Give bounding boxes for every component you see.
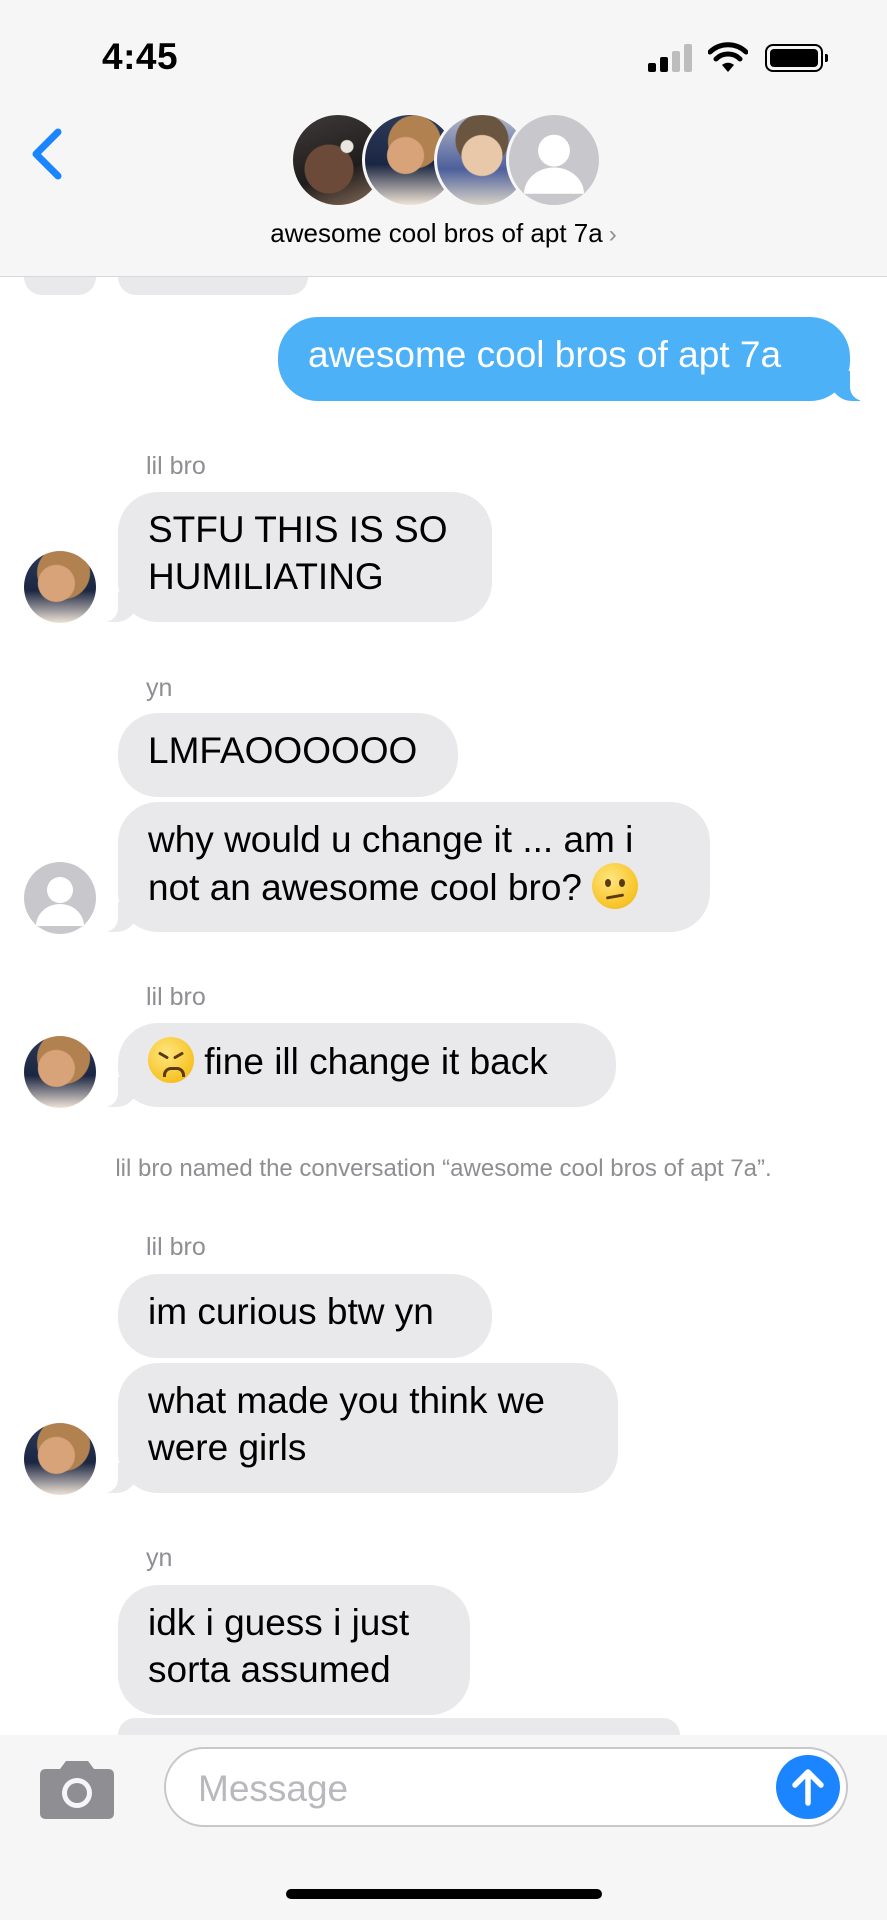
message-text: sorta assumed xyxy=(148,1649,391,1690)
avatar[interactable] xyxy=(24,551,96,623)
message-bubble-incoming[interactable]: what made you think we were girls xyxy=(96,1363,618,1493)
camera-icon[interactable] xyxy=(38,1759,116,1821)
battery-icon xyxy=(765,44,828,72)
confused-face-emoji-icon xyxy=(592,863,639,909)
message-text: STFU THIS IS SO xyxy=(148,509,448,550)
send-button[interactable] xyxy=(776,1755,840,1819)
wifi-icon xyxy=(708,42,748,72)
cellular-signal-icon xyxy=(648,44,694,72)
sender-name: lil bro xyxy=(146,1233,206,1261)
conversation-header: awesome cool bros of apt 7a › xyxy=(0,100,887,277)
message-bubble-incoming[interactable]: LMFAOOOOOO xyxy=(118,713,458,797)
home-indicator[interactable] xyxy=(286,1889,602,1899)
chevron-left-icon[interactable] xyxy=(24,122,74,186)
message-input[interactable] xyxy=(196,1763,760,1815)
previous-avatar xyxy=(24,277,96,295)
message-text: idk i guess i just xyxy=(148,1602,410,1643)
status-bar: 4:45 xyxy=(0,0,887,100)
message-text: awesome cool bros of apt 7a xyxy=(308,334,782,375)
message-text: what made you think we xyxy=(148,1380,545,1421)
message-text: were girls xyxy=(148,1427,307,1468)
sender-name: yn xyxy=(146,674,173,702)
person-silhouette-icon xyxy=(524,134,584,194)
message-text: HUMILIATING xyxy=(148,556,384,597)
message-bubble-incoming[interactable]: idk i guess i just sorta assumed xyxy=(118,1585,470,1715)
message-text: not an awesome cool bro? xyxy=(148,867,593,908)
group-name-text: awesome cool bros of apt 7a xyxy=(270,218,603,248)
sender-name: yn xyxy=(146,1544,173,1572)
avatar[interactable] xyxy=(24,1036,96,1108)
avatar[interactable] xyxy=(24,1423,96,1495)
message-bubble-incoming[interactable]: im curious btw yn xyxy=(118,1274,492,1358)
message-bubble-outgoing[interactable]: awesome cool bros of apt 7a xyxy=(278,317,872,401)
person-silhouette-icon xyxy=(36,877,84,926)
next-message-bubble xyxy=(118,1718,680,1735)
group-avatars[interactable] xyxy=(290,112,610,212)
previous-message-bubble xyxy=(118,277,308,295)
avatar[interactable] xyxy=(24,862,96,934)
group-name[interactable]: awesome cool bros of apt 7a › xyxy=(0,218,887,249)
message-text: im curious btw yn xyxy=(148,1291,434,1332)
message-bubble-incoming[interactable]: why would u change it ... am i not an aw… xyxy=(96,802,710,932)
sender-name: lil bro xyxy=(146,983,206,1011)
message-bubble-incoming[interactable]: STFU THIS IS SO HUMILIATING xyxy=(96,492,492,622)
persevering-face-emoji-icon xyxy=(148,1037,194,1083)
message-text: fine ill change it back xyxy=(194,1041,548,1082)
sender-name: lil bro xyxy=(146,452,206,480)
chevron-right-icon: › xyxy=(608,221,617,248)
message-bubble-incoming[interactable]: fine ill change it back xyxy=(96,1023,616,1107)
message-input-container xyxy=(164,1747,848,1827)
group-member-avatar xyxy=(506,112,602,208)
arrow-up-icon xyxy=(792,1769,824,1806)
message-text: LMFAOOOOOO xyxy=(148,730,418,771)
message-text: why would u change it ... am i xyxy=(148,819,634,860)
conversation-rename-notice: lil bro named the conversation “awesome … xyxy=(115,1155,772,1182)
status-time: 4:45 xyxy=(102,36,179,77)
